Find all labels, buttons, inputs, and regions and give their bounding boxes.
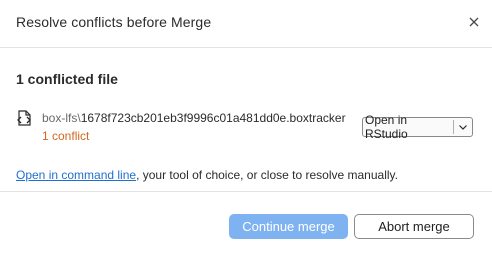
dialog-header: Resolve conflicts before Merge	[0, 0, 492, 48]
chevron-down-icon	[459, 124, 467, 130]
open-command-line-link[interactable]: Open in command line	[16, 168, 136, 182]
file-directory: box-lfs\	[42, 111, 81, 125]
hint-text: , your tool of choice, or close to resol…	[136, 168, 398, 182]
resolve-hint: Open in command line, your tool of choic…	[16, 168, 398, 182]
close-button[interactable]	[464, 12, 484, 32]
open-in-editor-split-button: Open in RStudio	[362, 113, 473, 141]
continue-merge-button[interactable]: Continue merge	[229, 214, 348, 239]
resolve-conflicts-dialog: Resolve conflicts before Merge 1 conflic…	[0, 0, 492, 253]
dialog-title: Resolve conflicts before Merge	[16, 14, 212, 30]
open-options-dropdown[interactable]	[454, 118, 472, 136]
file-name: 1678f723cb201eb3f9996c01a481dd0e.boxtrac…	[80, 111, 346, 125]
close-icon	[469, 17, 479, 27]
file-conflict-count: 1 conflict	[42, 129, 90, 143]
open-in-rstudio-button[interactable]: Open in RStudio	[363, 113, 453, 141]
conflicted-file-path: box-lfs\1678f723cb201eb3f9996c01a481dd0e…	[42, 111, 346, 125]
footer-divider	[0, 191, 492, 192]
conflicted-files-count: 1 conflicted file	[16, 71, 118, 87]
file-code-icon	[16, 110, 34, 126]
abort-merge-button[interactable]: Abort merge	[354, 214, 474, 239]
